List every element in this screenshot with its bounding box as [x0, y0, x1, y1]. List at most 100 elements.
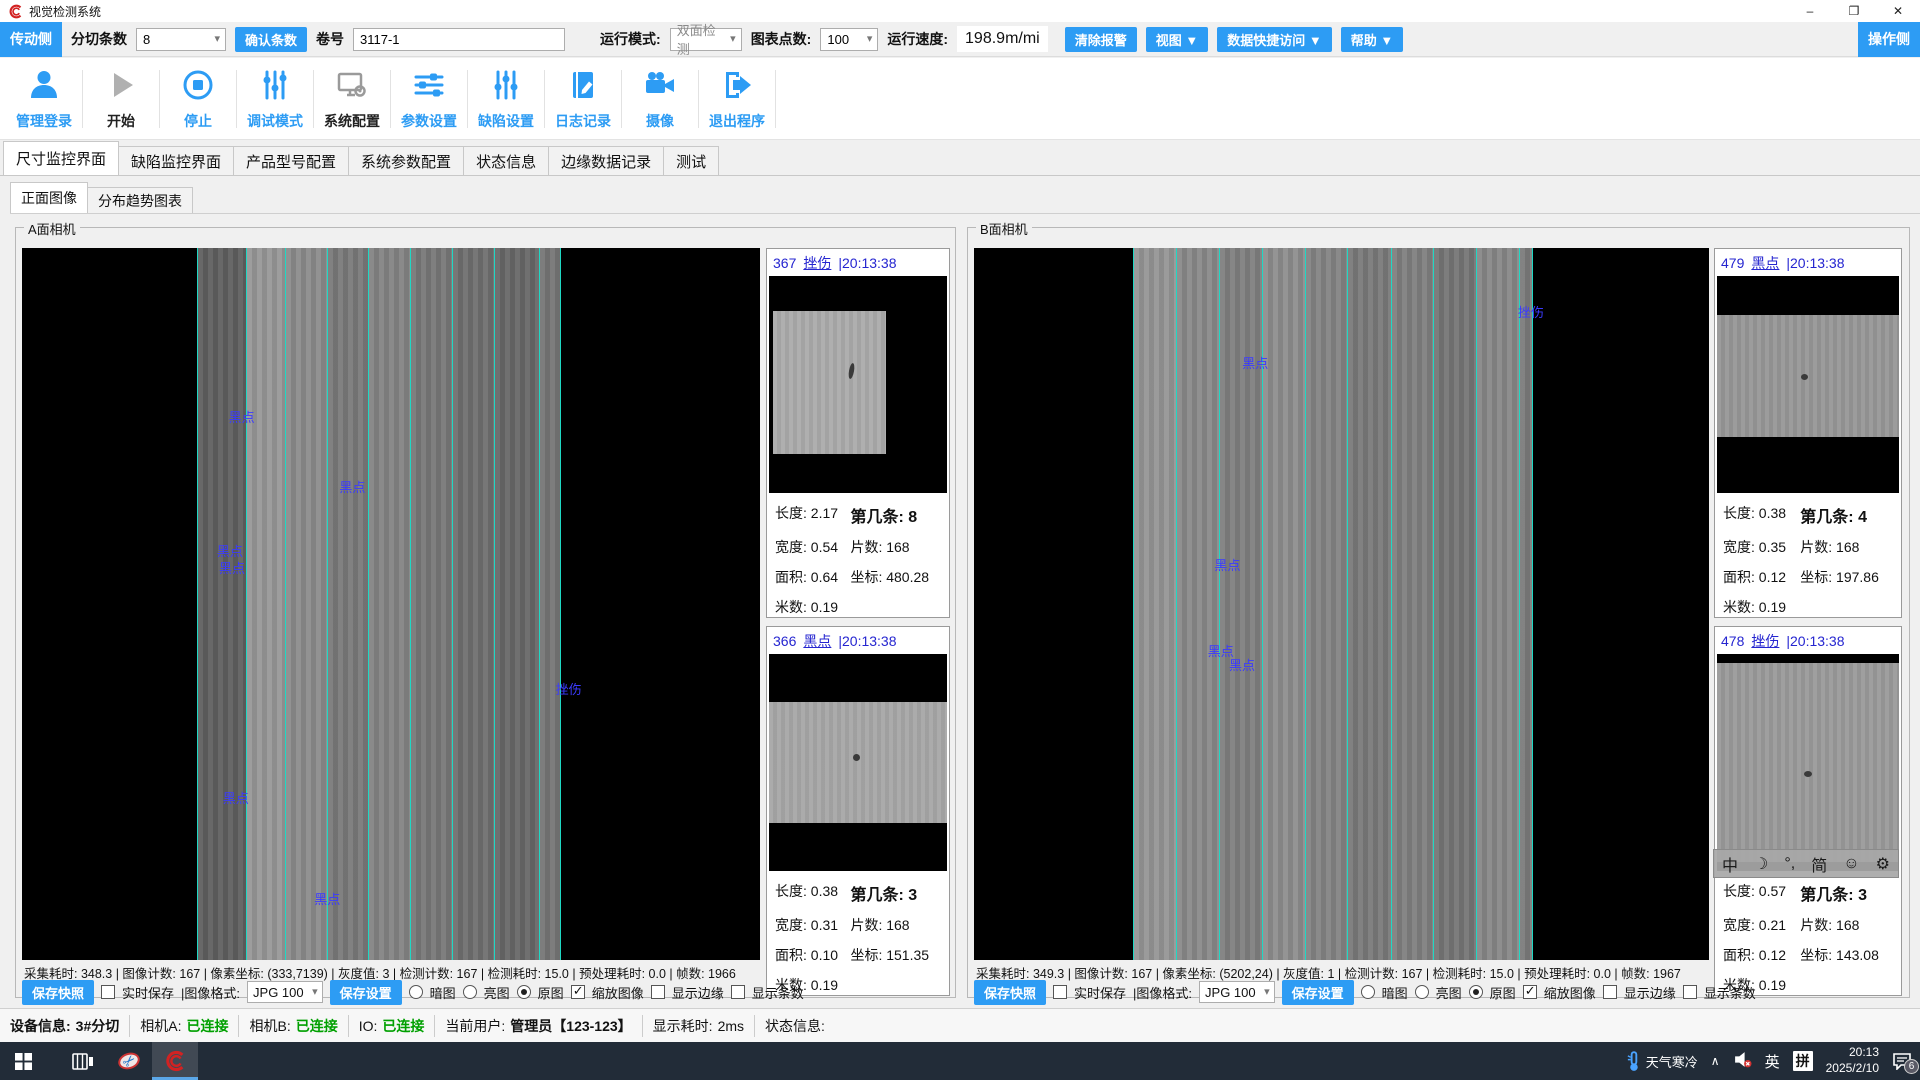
language-indicator[interactable]: 英: [1765, 1051, 1780, 1072]
ime-halfmoon-button[interactable]: ☽: [1754, 854, 1768, 874]
drive-side-button[interactable]: 传动侧: [0, 22, 62, 57]
toolbar-param-settings[interactable]: 参数设置: [391, 58, 467, 131]
camera-b-image[interactable]: 挫伤黑点黑点黑点黑点: [974, 248, 1709, 960]
ime-mode-indicator[interactable]: 拼: [1793, 1051, 1813, 1071]
operator-side-button[interactable]: 操作侧: [1858, 22, 1920, 57]
defect-pieces: 片数: 168: [850, 537, 941, 557]
defect-type-link[interactable]: 挫伤: [1751, 631, 1779, 651]
camera-a-connected-badge: 已连接: [186, 1016, 228, 1036]
taskbar-clock[interactable]: 20:13 2025/2/10: [1826, 1045, 1879, 1076]
volume-muted-icon[interactable]: [1733, 1051, 1752, 1071]
show-edges-checkbox[interactable]: [651, 985, 665, 999]
data-quick-access-button[interactable]: 数据快捷访问 ▼: [1217, 27, 1331, 52]
view-menu-button[interactable]: 视图 ▼: [1146, 27, 1208, 52]
show-edges-checkbox[interactable]: [1603, 985, 1617, 999]
original-image-radio[interactable]: [1469, 985, 1483, 999]
subtab-front-image[interactable]: 正面图像: [10, 182, 88, 213]
chart-points-select[interactable]: 100: [820, 28, 878, 51]
image-defect-label: 黑点: [314, 889, 340, 908]
roll-number-input[interactable]: 3117-1: [353, 28, 565, 51]
defect-type-link[interactable]: 黑点: [1751, 253, 1779, 273]
camera-a-image[interactable]: 黑点黑点黑点黑点挫伤黑点黑点: [22, 248, 760, 960]
save-snapshot-button[interactable]: 保存快照: [974, 980, 1046, 1005]
defect-strip-no: 第几条: 4: [1800, 503, 1893, 527]
help-menu-button[interactable]: 帮助 ▼: [1341, 27, 1403, 52]
image-defect-label: 黑点: [339, 477, 365, 496]
bright-image-radio[interactable]: [463, 985, 477, 999]
bright-image-radio[interactable]: [1415, 985, 1429, 999]
defect-time: |20:13:38: [1786, 633, 1844, 649]
realtime-save-checkbox[interactable]: [1053, 985, 1067, 999]
clear-alarm-button[interactable]: 清除报警: [1065, 27, 1137, 52]
camera-a-defect-list: 367 挫伤 |20:13:38 长度: 2.17 第几条: 8 宽度: 0.5…: [766, 248, 950, 996]
toolbar-system-config[interactable]: 系统配置: [314, 58, 390, 131]
weather-widget[interactable]: 天气寒冷: [1626, 1051, 1698, 1072]
realtime-save-checkbox[interactable]: [101, 985, 115, 999]
ime-emoji-button[interactable]: ☺: [1843, 855, 1859, 873]
defect-width: 宽度: 0.35: [1723, 537, 1800, 557]
subtab-trend-chart[interactable]: 分布趋势图表: [87, 187, 193, 213]
dark-image-radio[interactable]: [1361, 985, 1375, 999]
tab-test[interactable]: 测试: [663, 146, 719, 175]
defect-coord: 坐标: 197.86: [1800, 567, 1893, 587]
toolbar-exit[interactable]: 退出程序: [699, 58, 775, 131]
strip-count-label: 分切条数: [71, 29, 127, 49]
snipping-tool-button[interactable]: ✂: [106, 1042, 152, 1080]
camera-b-title: B面相机: [976, 219, 1032, 238]
defect-thumbnail[interactable]: [769, 654, 947, 871]
ime-lang-button[interactable]: 中: [1722, 852, 1738, 876]
defect-thumbnail[interactable]: [1717, 654, 1899, 871]
task-view-button[interactable]: [60, 1042, 106, 1080]
defect-type-link[interactable]: 黑点: [803, 631, 831, 651]
vision-app-taskbar-button[interactable]: [152, 1042, 198, 1080]
action-center-button[interactable]: 6: [1892, 1052, 1912, 1070]
zoom-image-checkbox[interactable]: [1523, 985, 1537, 999]
defect-thumbnail[interactable]: [1717, 276, 1899, 493]
tab-status-info[interactable]: 状态信息: [463, 146, 549, 175]
save-settings-button[interactable]: 保存设置: [1282, 980, 1354, 1005]
close-button[interactable]: ✕: [1876, 0, 1920, 22]
tab-defect-monitor[interactable]: 缺陷监控界面: [118, 146, 234, 175]
zoom-image-checkbox[interactable]: [571, 985, 585, 999]
toolbar-start[interactable]: 开始: [83, 58, 159, 131]
toolbar-log-record[interactable]: 日志记录: [545, 58, 621, 131]
defect-thumbnail[interactable]: [769, 276, 947, 493]
stop-icon: [180, 67, 216, 108]
original-image-radio[interactable]: [517, 985, 531, 999]
image-format-select[interactable]: JPG 100: [247, 981, 323, 1003]
defect-card: 478 挫伤 |20:13:38 长度: 0.57 第几条: 3 宽度: 0.2…: [1714, 626, 1902, 996]
app-logo-icon: [8, 4, 23, 19]
toolbar-camera[interactable]: 摄像: [622, 58, 698, 131]
toolbar-stop[interactable]: 停止: [160, 58, 236, 131]
run-mode-select[interactable]: 双面检测: [670, 28, 742, 51]
ime-settings-gear-icon[interactable]: ⚙: [1876, 854, 1890, 874]
ime-punctuation-button[interactable]: °,: [1784, 855, 1795, 873]
status-bar: 设备信息:3#分切 相机A:已连接 相机B:已连接 IO:已连接 当前用户:管理…: [0, 1008, 1920, 1042]
tab-size-monitor[interactable]: 尺寸监控界面: [3, 141, 119, 175]
show-strips-checkbox[interactable]: [1683, 985, 1697, 999]
tab-product-model[interactable]: 产品型号配置: [233, 146, 349, 175]
restore-button[interactable]: ❐: [1832, 0, 1876, 22]
ime-simplified-button[interactable]: 简: [1811, 852, 1827, 876]
app-logo-icon: [164, 1050, 186, 1072]
defect-width: 宽度: 0.31: [775, 915, 850, 935]
tab-system-params[interactable]: 系统参数配置: [348, 146, 464, 175]
minimize-button[interactable]: –: [1788, 0, 1832, 22]
show-strips-checkbox[interactable]: [731, 985, 745, 999]
image-format-select[interactable]: JPG 100: [1199, 981, 1275, 1003]
save-snapshot-button[interactable]: 保存快照: [22, 980, 94, 1005]
defect-length: 长度: 0.38: [775, 881, 850, 905]
defect-index: 478: [1721, 633, 1744, 649]
tray-expand-chevron[interactable]: ∧: [1711, 1054, 1720, 1068]
camera-a-title: A面相机: [24, 219, 80, 238]
dark-image-radio[interactable]: [409, 985, 423, 999]
toolbar-admin-login[interactable]: 管理登录: [6, 58, 82, 131]
start-button[interactable]: [0, 1042, 46, 1080]
strip-count-select[interactable]: 8: [136, 28, 226, 51]
confirm-count-button[interactable]: 确认条数: [235, 27, 307, 52]
toolbar-defect-settings[interactable]: 缺陷设置: [468, 58, 544, 131]
tab-edge-data[interactable]: 边缘数据记录: [548, 146, 664, 175]
toolbar-debug-mode[interactable]: 调试模式: [237, 58, 313, 131]
defect-type-link[interactable]: 挫伤: [803, 253, 831, 273]
save-settings-button[interactable]: 保存设置: [330, 980, 402, 1005]
